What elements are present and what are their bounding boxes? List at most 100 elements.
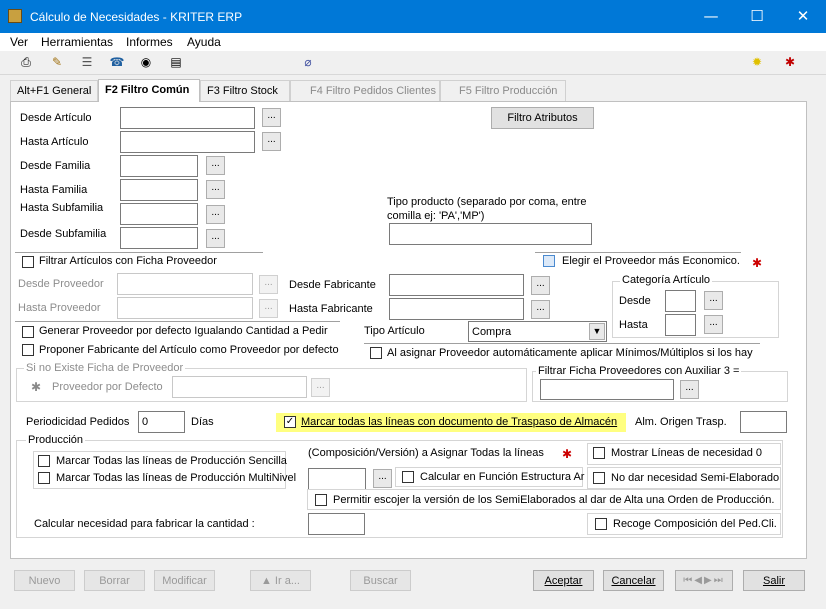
tab-filtro-comun[interactable]: F2 Filtro Común: [98, 79, 200, 102]
categoria-desde-browse-button[interactable]: ...: [704, 291, 723, 310]
menu-informes[interactable]: Informes: [126, 35, 173, 49]
tipo-producto-label: Tipo producto (separado por coma, entre …: [387, 196, 587, 222]
desde-articulo-label: Desde Artículo: [20, 112, 92, 124]
divider: [15, 321, 340, 322]
salir-button[interactable]: Salir: [743, 570, 805, 591]
asignar-minimos-checkbox[interactable]: [370, 347, 382, 359]
filtrar-ficha-aux-input[interactable]: [540, 379, 674, 400]
tab-filtro-stock[interactable]: F3 Filtro Stock: [200, 80, 290, 101]
marcar-sencilla-checkbox[interactable]: [38, 455, 50, 467]
gear-help-icon[interactable]: ✱: [562, 447, 572, 461]
hasta-proveedor-label: Hasta Proveedor: [18, 302, 101, 314]
periodicidad-pedidos-value: 0: [142, 416, 149, 428]
proveedor-defecto-label: Proveedor por Defecto: [52, 381, 163, 393]
hasta-familia-input[interactable]: [120, 179, 198, 201]
produccion-label: Producción: [26, 434, 86, 446]
desde-fabricante-browse-button[interactable]: ...: [531, 276, 550, 295]
marcar-multinivel-label: Marcar Todas las líneas de Producción Mu…: [56, 472, 297, 484]
pencil-icon[interactable]: ✎: [49, 54, 65, 70]
tipo-producto-input[interactable]: [389, 223, 592, 245]
composicion-version-label: (Composición/Versión) a Asignar Todas la…: [308, 447, 544, 459]
divider: [364, 343, 760, 344]
list-icon[interactable]: ☰: [79, 54, 95, 70]
marcar-traspaso-label: Marcar todas las líneas con documento de…: [301, 416, 618, 428]
alm-origen-input[interactable]: [740, 411, 787, 433]
maximize-button[interactable]: ☐: [734, 0, 780, 33]
desde-subfamilia-label: Desde Subfamilia: [20, 228, 107, 240]
phone-icon[interactable]: ☎: [109, 54, 125, 70]
gear-help-icon[interactable]: ✱: [752, 256, 762, 270]
filtrar-ficha-proveedor-checkbox[interactable]: [22, 256, 34, 268]
prev-record-icon: ◀: [694, 575, 704, 586]
eye-icon[interactable]: ◉: [138, 54, 154, 70]
hasta-articulo-input[interactable]: [120, 131, 255, 153]
calcular-estructura-checkbox[interactable]: [402, 471, 414, 483]
desde-subfamilia-browse-button[interactable]: ...: [206, 229, 225, 248]
alm-origen-label: Alm. Origen Trasp.: [635, 416, 727, 428]
marcar-multinivel-checkbox[interactable]: [38, 472, 50, 484]
paperclip-icon[interactable]: ⌀: [300, 54, 316, 70]
mostrar-necesidad-checkbox[interactable]: [593, 447, 605, 459]
desde-familia-input[interactable]: [120, 155, 198, 177]
tipo-articulo-label: Tipo Artículo: [364, 325, 425, 337]
gear-help-icon[interactable]: ✱: [782, 54, 798, 70]
generar-proveedor-defecto-label: Generar Proveedor por defecto Igualando …: [39, 325, 328, 337]
filtro-atributos-button[interactable]: Filtro Atributos: [491, 107, 594, 129]
tipo-articulo-select[interactable]: Compra ▼: [468, 321, 607, 342]
desde-familia-browse-button[interactable]: ...: [206, 156, 225, 175]
last-record-icon: ⏭: [713, 575, 725, 586]
categoria-desde-label: Desde: [619, 295, 651, 307]
hasta-familia-label: Hasta Familia: [20, 184, 88, 196]
hasta-proveedor-browse-button: ...: [259, 299, 278, 318]
menu-herramientas[interactable]: Herramientas: [41, 35, 113, 49]
menu-bar: Ver Herramientas Informes Ayuda: [0, 33, 826, 51]
recoge-composicion-checkbox[interactable]: [595, 518, 607, 530]
tab-general[interactable]: Alt+F1 General: [10, 80, 98, 101]
categoria-hasta-browse-button[interactable]: ...: [704, 315, 723, 334]
categoria-articulo-label: Categoría Artículo: [620, 274, 713, 286]
permitir-version-label: Permitir escojer la versión de los SemiE…: [333, 494, 775, 506]
menu-ayuda[interactable]: Ayuda: [187, 35, 221, 49]
desde-subfamilia-input[interactable]: [120, 227, 198, 249]
desde-articulo-browse-button[interactable]: ...: [262, 108, 281, 127]
calcular-cantidad-input[interactable]: [308, 513, 365, 535]
generar-proveedor-defecto-checkbox[interactable]: [22, 326, 34, 338]
filtrar-ficha-aux-browse-button[interactable]: ...: [680, 380, 699, 399]
permitir-version-checkbox[interactable]: [315, 494, 327, 506]
chevron-down-icon[interactable]: ▼: [589, 323, 605, 340]
composicion-version-input[interactable]: [308, 468, 366, 490]
hasta-familia-browse-button[interactable]: ...: [206, 180, 225, 199]
elegir-proveedor-economico-checkbox[interactable]: [543, 255, 555, 267]
periodicidad-pedidos-label: Periodicidad Pedidos: [26, 416, 130, 428]
minimize-button[interactable]: —: [688, 0, 734, 33]
desde-articulo-input[interactable]: [120, 107, 255, 129]
periodicidad-pedidos-input[interactable]: 0: [138, 411, 185, 433]
hasta-subfamilia-browse-button[interactable]: ...: [206, 205, 225, 224]
hasta-fabricante-browse-button[interactable]: ...: [531, 300, 550, 319]
lightbulb-icon[interactable]: ✹: [749, 54, 765, 70]
print-preview-icon[interactable]: ▤: [168, 54, 184, 70]
hasta-articulo-browse-button[interactable]: ...: [262, 132, 281, 151]
composicion-version-browse-button[interactable]: ...: [373, 469, 392, 488]
asignar-minimos-label: Al asignar Proveedor automáticamente apl…: [387, 347, 753, 359]
toolbar: ⎙ ✎ ☰ ☎ ◉ ▤ ⌀ ✹ ✱: [0, 51, 826, 75]
proponer-fabricante-checkbox[interactable]: [22, 344, 34, 356]
menu-ver[interactable]: Ver: [10, 35, 28, 49]
aceptar-button[interactable]: Aceptar: [533, 570, 594, 591]
cancelar-button[interactable]: Cancelar: [603, 570, 664, 591]
categoria-desde-input[interactable]: [665, 290, 696, 312]
desde-proveedor-browse-button: ...: [259, 275, 278, 294]
hasta-subfamilia-input[interactable]: [120, 203, 198, 225]
marcar-traspaso-checkbox[interactable]: ✓: [284, 416, 296, 428]
no-dar-necesidad-checkbox[interactable]: [593, 472, 605, 484]
hasta-fabricante-input[interactable]: [389, 298, 524, 320]
printer-icon[interactable]: ⎙: [18, 54, 34, 70]
close-button[interactable]: ✕: [780, 0, 826, 33]
nuevo-button: Nuevo: [14, 570, 75, 591]
desde-fabricante-input[interactable]: [389, 274, 524, 296]
categoria-hasta-input[interactable]: [665, 314, 696, 336]
filtrar-ficha-proveedor-label: Filtrar Artículos con Ficha Proveedor: [39, 255, 217, 267]
desde-familia-label: Desde Familia: [20, 160, 91, 172]
window-title: Cálculo de Necesidades - KRITER ERP: [30, 10, 243, 24]
calcular-cantidad-label: Calcular necesidad para fabricar la cant…: [34, 518, 255, 530]
